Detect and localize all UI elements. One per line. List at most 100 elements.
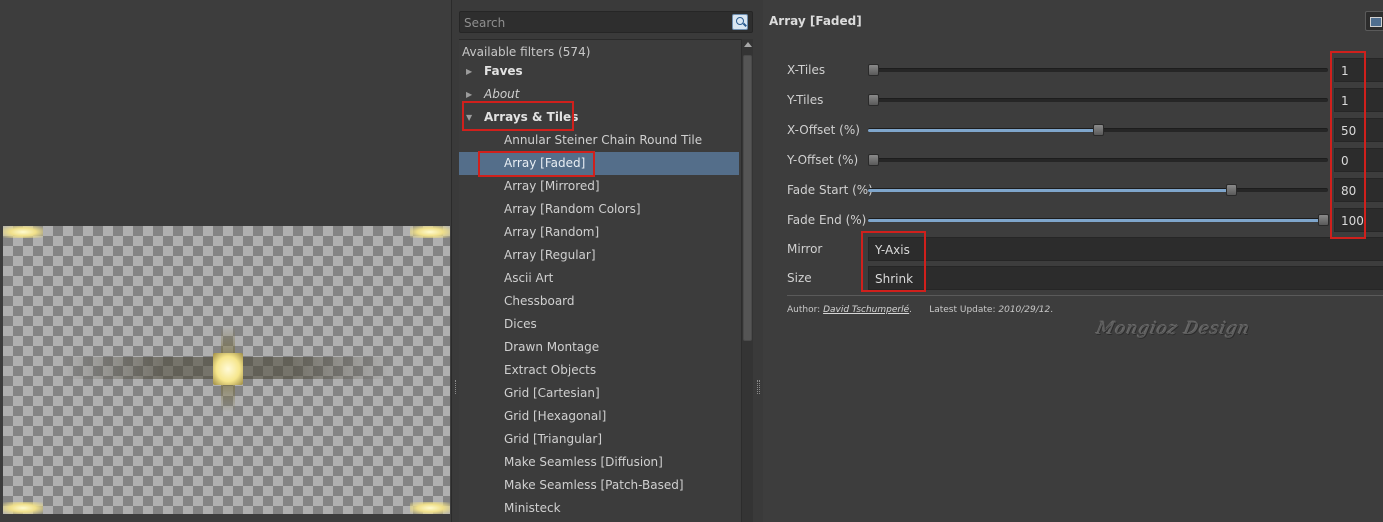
filter-item[interactable]: Drawn Montage xyxy=(459,336,739,359)
param-label: X-Tiles xyxy=(787,63,826,77)
filter-item-label: Dices xyxy=(504,317,537,331)
category-arrays-tiles[interactable]: ▼ Arrays & Tiles xyxy=(459,106,739,129)
fade-end-spinbox[interactable]: 100 xyxy=(1334,208,1383,232)
filter-item[interactable]: Make Seamless [Patch-Based] xyxy=(459,474,739,497)
y-offset-slider[interactable] xyxy=(868,154,1328,166)
slider-handle[interactable] xyxy=(868,94,879,106)
filter-item[interactable]: Annular Steiner Chain Round Tile xyxy=(459,129,739,152)
filter-item-label: Grid [Hexagonal] xyxy=(504,409,607,423)
author-link[interactable]: David Tschumperlé xyxy=(823,305,909,315)
spinbox-value: 0 xyxy=(1341,154,1349,168)
author-suffix: . xyxy=(909,305,913,315)
spinbox-value: 50 xyxy=(1341,124,1357,138)
param-fade-end: Fade End (%) 100 xyxy=(787,208,1383,232)
x-tiles-slider[interactable] xyxy=(868,64,1328,76)
category-label: Faves xyxy=(484,64,523,78)
filter-item-label: Ascii Art xyxy=(504,271,554,285)
preview-corner-glow xyxy=(410,226,450,238)
slider-handle[interactable] xyxy=(1093,124,1104,136)
update-date: 2010/29/12 xyxy=(998,305,1051,315)
spinbox-value: 1 xyxy=(1341,64,1349,78)
fade-start-spinbox[interactable]: 80 xyxy=(1334,178,1383,202)
search-input[interactable] xyxy=(464,15,724,31)
param-y-tiles: Y-Tiles 1 xyxy=(787,88,1383,112)
filter-item-label: Array [Random] xyxy=(504,225,600,239)
filter-item[interactable]: Array [Regular] xyxy=(459,244,739,267)
filter-pane: Available filters (574) ▶ Faves ▶ About … xyxy=(456,0,754,522)
filter-item[interactable]: Extract Objects xyxy=(459,359,739,382)
category-about[interactable]: ▶ About xyxy=(459,83,739,106)
collapse-arrow-icon[interactable]: ▼ xyxy=(466,106,472,129)
expand-arrow-icon[interactable]: ▶ xyxy=(466,83,472,106)
x-offset-slider[interactable] xyxy=(868,124,1328,136)
param-label: Mirror xyxy=(787,242,823,256)
filter-item-label: Make Seamless [Diffusion] xyxy=(504,455,663,469)
search-box xyxy=(459,11,753,33)
category-label: About xyxy=(484,87,520,101)
scroll-up-arrow-icon[interactable] xyxy=(744,42,752,47)
param-label: Y-Offset (%) xyxy=(787,153,859,167)
slider-fill xyxy=(868,219,1324,222)
slider-handle[interactable] xyxy=(868,154,879,166)
filter-tree-scrollbar[interactable] xyxy=(741,39,753,522)
param-fade-start: Fade Start (%) 80 xyxy=(787,178,1383,202)
filter-item-label: Drawn Montage xyxy=(504,340,600,354)
slider-handle[interactable] xyxy=(868,64,879,76)
slider-handle[interactable] xyxy=(1318,214,1330,226)
params-splitter-handle[interactable] xyxy=(757,380,760,394)
spinbox-value: 1 xyxy=(1341,94,1349,108)
slider-handle[interactable] xyxy=(1226,184,1238,196)
filter-item[interactable]: Grid [Cartesian] xyxy=(459,382,739,405)
expand-arrow-icon[interactable]: ▶ xyxy=(466,60,472,83)
filter-item-label: Array [Regular] xyxy=(504,248,596,262)
filter-item-label: Extract Objects xyxy=(504,363,597,377)
y-offset-spinbox[interactable]: 0 xyxy=(1334,148,1383,172)
preview-image[interactable] xyxy=(3,226,450,514)
y-tiles-spinbox[interactable]: 1 xyxy=(1334,88,1383,112)
spinbox-value: 80 xyxy=(1341,184,1357,198)
preview-center-tile xyxy=(213,353,243,385)
param-x-tiles: X-Tiles 1 xyxy=(787,58,1383,82)
filter-item-label: Make Seamless [Patch-Based] xyxy=(504,478,684,492)
fade-end-slider[interactable] xyxy=(868,214,1330,226)
slider-fill xyxy=(868,129,1098,132)
select-value: Y-Axis xyxy=(875,243,910,257)
scrollbar-thumb[interactable] xyxy=(743,55,752,341)
preview-corner-glow xyxy=(3,226,43,238)
filter-item[interactable]: Make Seamless [Diffusion] xyxy=(459,451,739,474)
slider-fill xyxy=(868,189,1232,192)
filter-item[interactable]: Grid [Triangular] xyxy=(459,428,739,451)
x-offset-spinbox[interactable]: 50 xyxy=(1334,118,1383,142)
mirror-select[interactable]: Y-Axis xyxy=(868,237,1383,261)
param-label: Fade End (%) xyxy=(787,213,867,227)
category-faves[interactable]: ▶ Faves xyxy=(459,60,739,83)
search-icon[interactable] xyxy=(732,14,748,30)
size-select[interactable]: Shrink xyxy=(868,266,1383,290)
filter-item[interactable]: Array [Random Colors] xyxy=(459,198,739,221)
preview-fade-top xyxy=(221,326,235,353)
param-label: Y-Tiles xyxy=(787,93,824,107)
filter-item-label: Annular Steiner Chain Round Tile xyxy=(504,133,703,147)
watermark: Mongioz Design xyxy=(1094,319,1253,339)
parameters-pane: Array [Faded] X-Tiles 1 Y-Tiles 1 X-Offs… xyxy=(763,0,1383,522)
y-tiles-slider[interactable] xyxy=(868,94,1328,106)
filter-item[interactable]: Array [Random] xyxy=(459,221,739,244)
x-tiles-spinbox[interactable]: 1 xyxy=(1334,58,1383,82)
param-size: Size Shrink xyxy=(787,266,1383,290)
update-suffix: . xyxy=(1050,305,1054,315)
preview-fade-bottom xyxy=(221,385,235,412)
filter-item[interactable]: Ministeck xyxy=(459,497,739,520)
filter-item-selected[interactable]: Array [Faded] xyxy=(459,152,739,175)
category-label: Arrays & Tiles xyxy=(484,110,579,124)
window-mode-icon[interactable] xyxy=(1365,11,1383,31)
filter-item[interactable]: Grid [Hexagonal] xyxy=(459,405,739,428)
preview-corner-glow xyxy=(3,502,43,514)
filter-item[interactable]: Array [Mirrored] xyxy=(459,175,739,198)
filter-item-label: Chessboard xyxy=(504,294,575,308)
filter-item[interactable]: Chessboard xyxy=(459,290,739,313)
preview-pane xyxy=(0,0,452,522)
filter-item[interactable]: Dices xyxy=(459,313,739,336)
param-label: X-Offset (%) xyxy=(787,123,860,137)
filter-item[interactable]: Ascii Art xyxy=(459,267,739,290)
fade-start-slider[interactable] xyxy=(868,184,1328,196)
